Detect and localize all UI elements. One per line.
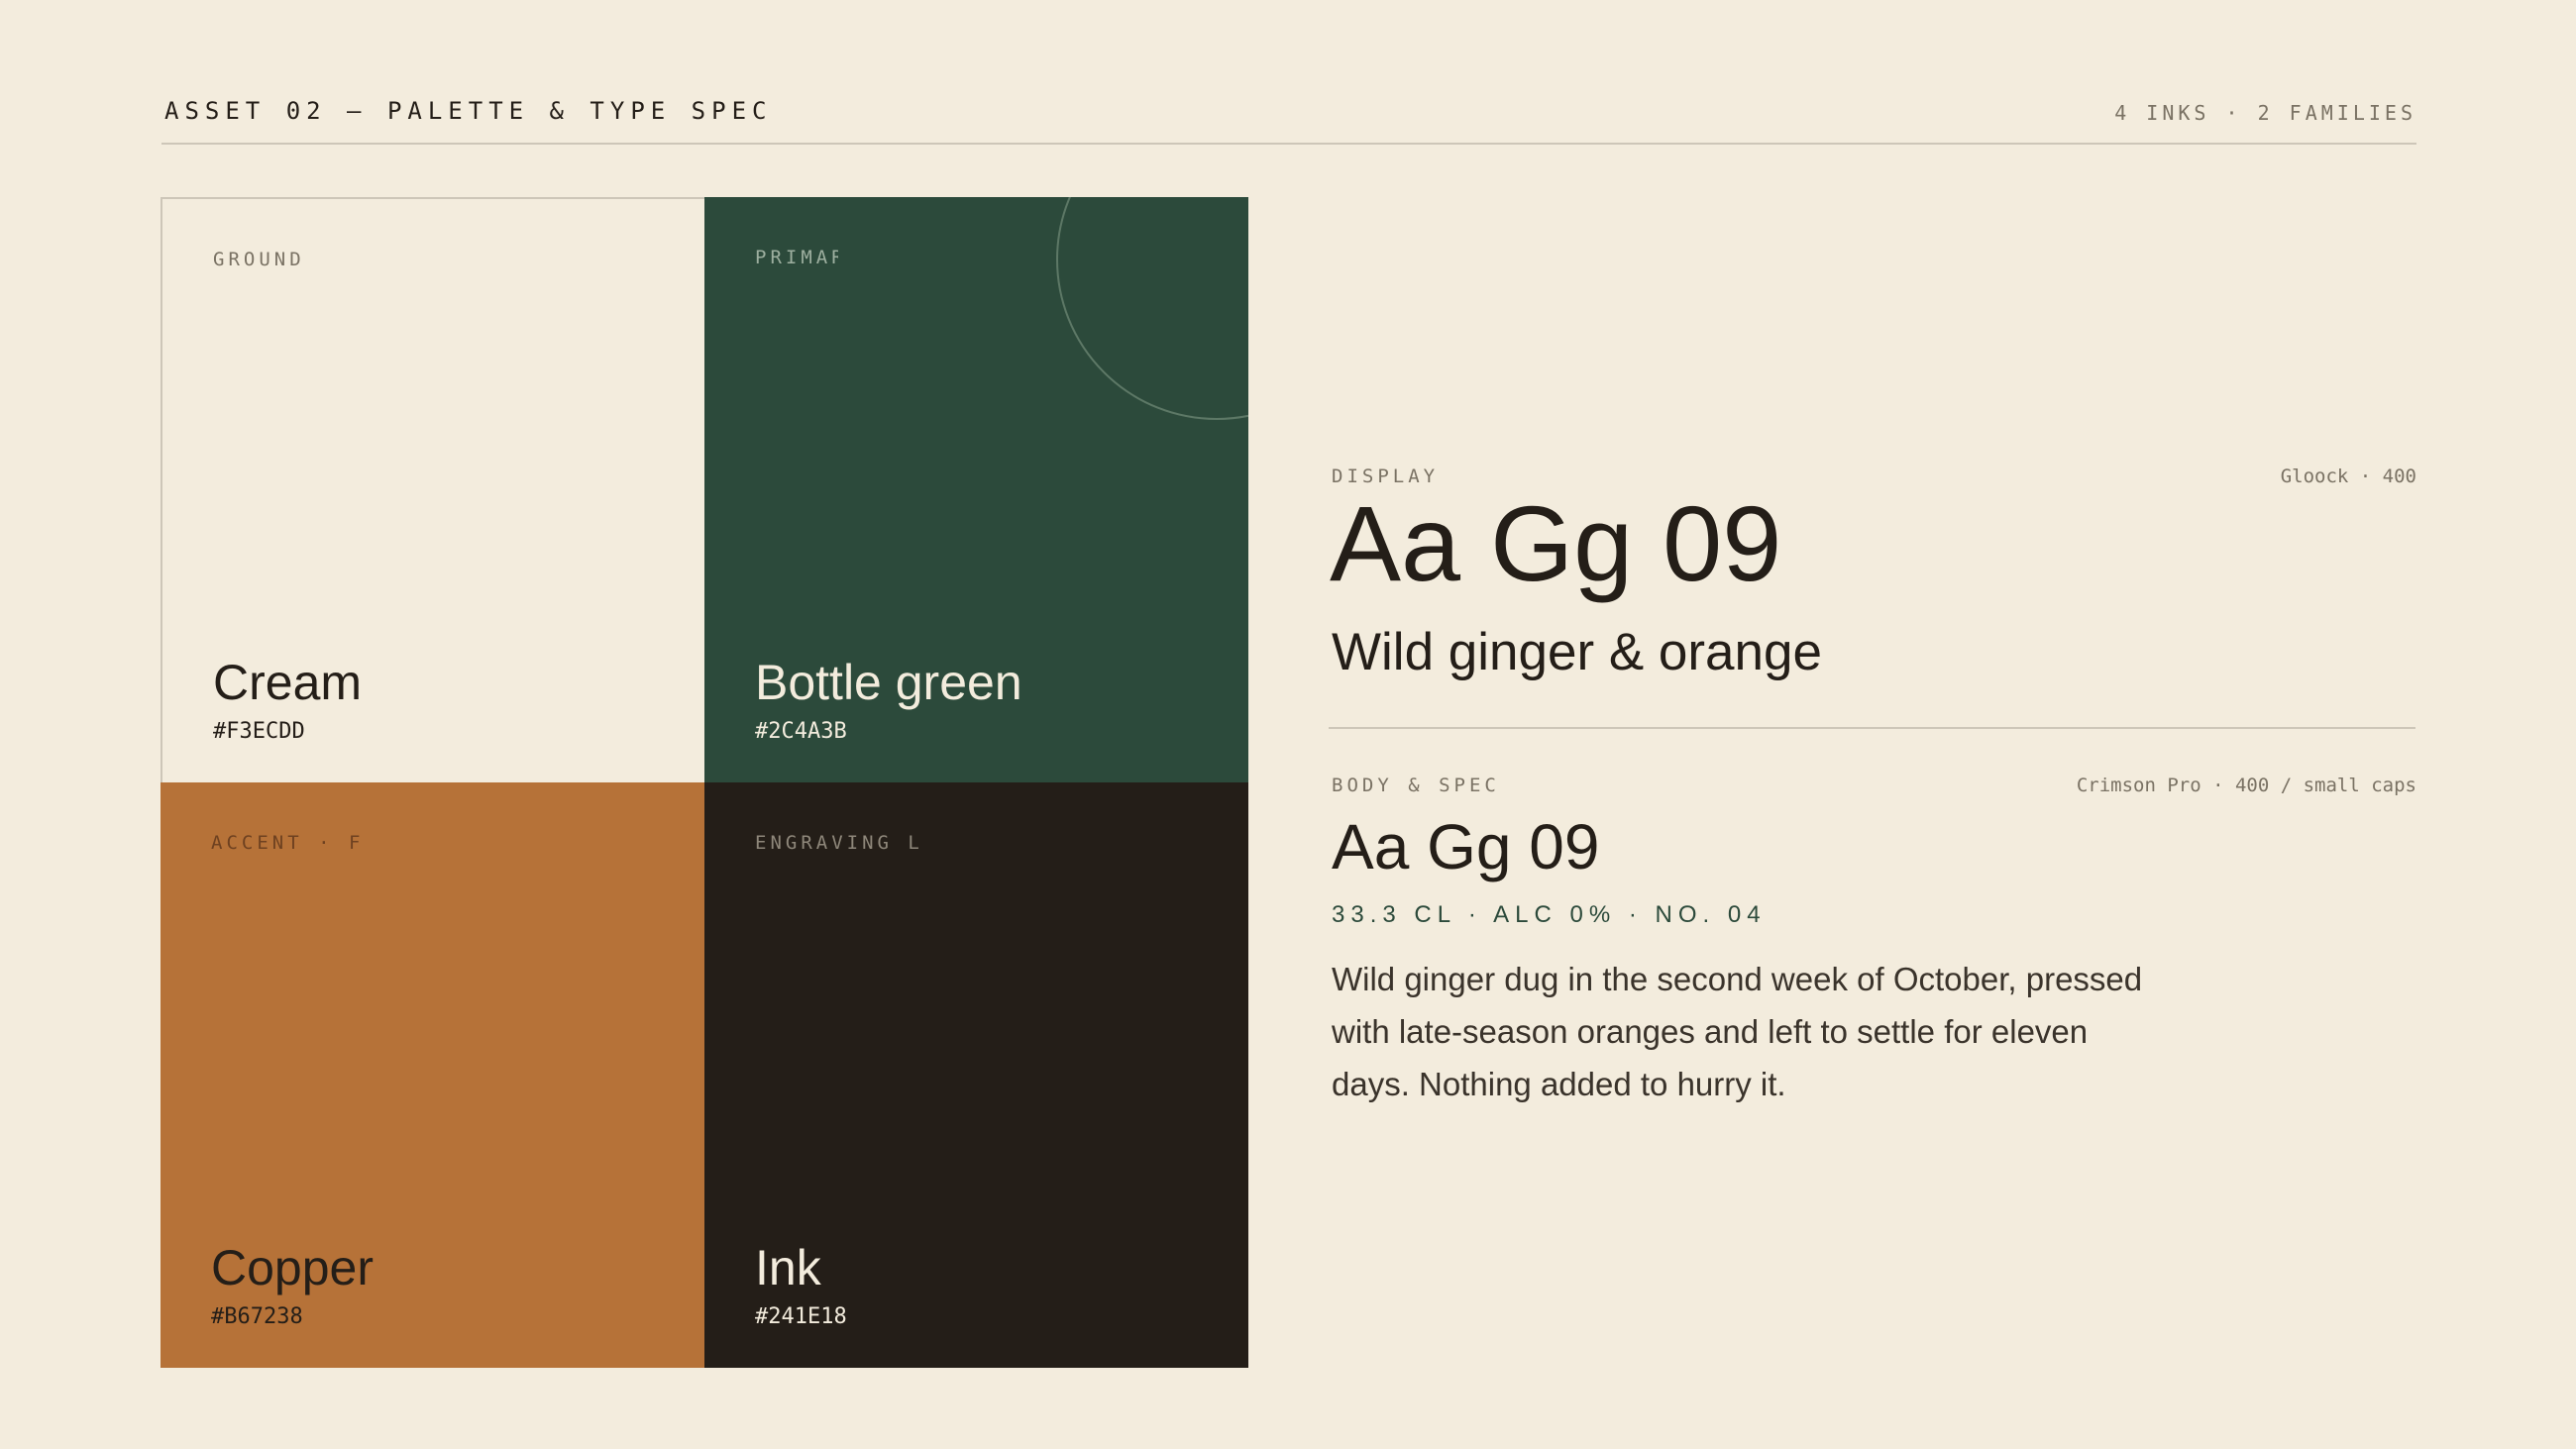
body-specimen: Aa Gg 09 [1332,811,1600,882]
swatch-role: PRIMAR [755,247,838,268]
body-font-name: Crimson Pro · 400 / small caps [2076,775,2416,796]
swatch-hex: #241E18 [755,1304,847,1329]
swatch-hex: #F3ECDD [213,719,305,744]
swatch-bottle-green[interactable]: PRIMAR Bottle green #2C4A3B [704,197,1248,782]
swatch-name: Copper [211,1240,374,1295]
swatch-role: ACCENT · F [211,832,365,854]
body-label: BODY & SPEC [1332,775,1500,796]
display-sample: Wild ginger & orange [1332,623,1822,681]
page-header: ASSET 02 — PALETTE & TYPE SPEC 4 INKS · … [161,91,2416,145]
swatch-hex: #2C4A3B [755,719,847,744]
swatch-name: Bottle green [755,655,1022,710]
display-font-name: Gloock · 400 [2280,466,2416,487]
swatch-name: Ink [755,1240,821,1295]
display-specimen: Aa Gg 09 [1330,483,1782,603]
swatch-hex: #B67238 [211,1304,303,1329]
swatch-name: Cream [213,655,363,710]
swatch-cream[interactable]: GROUND Cream #F3ECDD [161,197,704,782]
header-meta: 4 INKS · 2 FAMILIES [2114,101,2416,125]
divider [1329,727,2415,729]
swatch-role: ENGRAVING L [755,832,923,854]
swatch-copper[interactable]: ACCENT · F Copper #B67238 [161,782,704,1368]
circle-outline-icon [1056,197,1248,420]
swatch-role: GROUND [213,249,305,270]
page-title: ASSET 02 — PALETTE & TYPE SPEC [164,97,773,125]
smallcaps-sample: 33.3 CL · ALC 0% · NO. 04 [1332,901,1767,928]
swatch-ink[interactable]: ENGRAVING L Ink #241E18 [704,782,1248,1368]
palette-grid: GROUND Cream #F3ECDD PRIMAR Bottle green… [161,197,1248,1368]
body-paragraph: Wild ginger dug in the second week of Oc… [1332,961,2143,1102]
